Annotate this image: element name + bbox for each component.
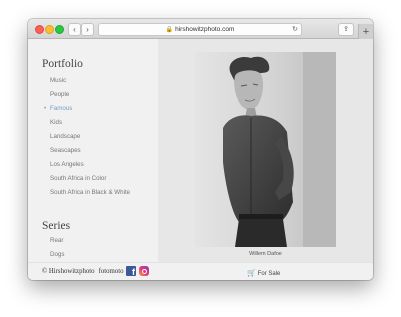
browser-toolbar: ‹ › 🔒 hirshowitzphoto.com ↻ ⇪ +	[28, 19, 373, 40]
copyright-text: © Hirshowitzphoto fotomoto	[42, 268, 123, 275]
series-heading: Series	[42, 220, 71, 232]
browser-window: ‹ › 🔒 hirshowitzphoto.com ↻ ⇪ + Portfolio…	[28, 19, 373, 280]
instagram-icon[interactable]	[139, 266, 149, 276]
zoom-window-button[interactable]	[55, 25, 64, 34]
reload-icon[interactable]: ↻	[292, 24, 298, 35]
footer: © Hirshowitzphoto fotomoto f 🛒 For Sale	[28, 262, 373, 280]
share-icon[interactable]: ⇪	[338, 23, 354, 36]
sidebar-item-dogs[interactable]: Dogs	[50, 248, 64, 262]
close-window-button[interactable]	[35, 25, 44, 34]
facebook-icon[interactable]: f	[126, 266, 136, 276]
sidebar: Portfolio Music People Famous Kids Lands…	[28, 39, 158, 262]
portfolio-heading: Portfolio	[42, 58, 83, 70]
for-sale-label: For Sale	[257, 271, 281, 277]
url-text: hirshowitzphoto.com	[175, 26, 235, 33]
sidebar-item-rear[interactable]: Rear	[50, 234, 64, 248]
sidebar-item-los-angeles[interactable]: Los Angeles	[50, 158, 130, 172]
facebook-glyph: f	[132, 267, 135, 276]
sidebar-item-music[interactable]: Music	[50, 74, 130, 88]
portrait-photo[interactable]	[195, 52, 336, 247]
lock-icon: 🔒	[165, 27, 174, 33]
sidebar-item-kids[interactable]: Kids	[50, 116, 130, 130]
sidebar-item-people[interactable]: People	[50, 88, 130, 102]
sidebar-item-seascapes[interactable]: Seascapes	[50, 144, 130, 158]
portfolio-menu: Music People Famous Kids Landscape Seasc…	[44, 74, 130, 200]
for-sale-link[interactable]: 🛒 For Sale	[247, 269, 280, 277]
series-menu: Rear Dogs	[50, 234, 64, 262]
page-content: Portfolio Music People Famous Kids Lands…	[28, 39, 373, 280]
sidebar-item-landscape[interactable]: Landscape	[50, 130, 130, 144]
address-bar[interactable]: 🔒 hirshowitzphoto.com ↻	[98, 23, 302, 36]
cart-icon: 🛒	[247, 270, 256, 277]
fotomoto-link[interactable]: fotomoto	[99, 268, 124, 275]
new-tab-button[interactable]: +	[358, 24, 373, 40]
copyright-label: © Hirshowitzphoto	[42, 268, 95, 275]
sidebar-item-famous[interactable]: Famous	[44, 102, 130, 116]
sidebar-item-south-africa-color[interactable]: South Africa in Color	[50, 172, 130, 186]
main-gallery: Willem Dafoe	[158, 39, 373, 262]
photo-caption: Willem Dafoe	[249, 251, 282, 257]
forward-button[interactable]: ›	[81, 23, 94, 36]
minimize-window-button[interactable]	[45, 25, 54, 34]
sidebar-item-south-africa-bw[interactable]: South Africa in Black & White	[50, 186, 130, 200]
portrait-figure	[223, 52, 336, 247]
back-button[interactable]: ‹	[68, 23, 81, 36]
